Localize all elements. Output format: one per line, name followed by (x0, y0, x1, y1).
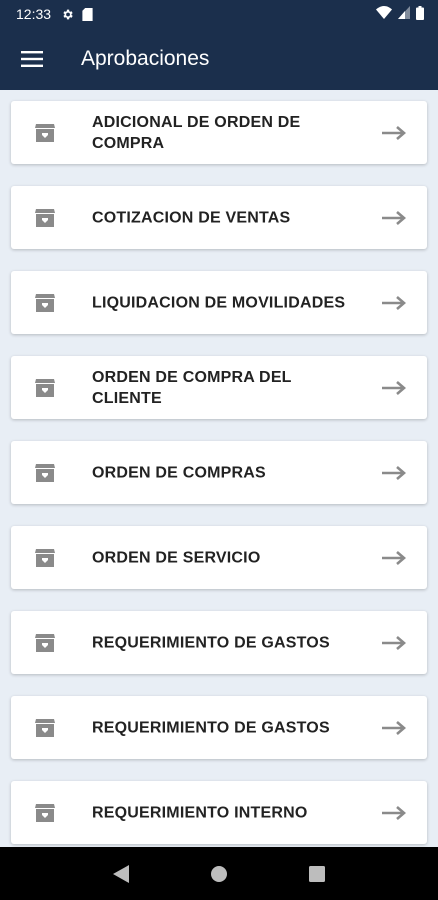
approval-item[interactable]: REQUERIMIENTO DE GASTOS (11, 696, 427, 759)
battery-icon (416, 5, 424, 23)
status-bar: 12:33 (0, 0, 438, 28)
approval-item[interactable]: ORDEN DE COMPRAS (11, 441, 427, 504)
archive-box-icon (33, 546, 57, 570)
approval-item[interactable]: REQUERIMIENTO INTERNO (11, 781, 427, 844)
archive-box-icon (33, 631, 57, 655)
wifi-icon (376, 6, 392, 22)
sd-card-icon (82, 7, 93, 21)
archive-box-icon (33, 206, 57, 230)
status-time: 12:33 (16, 6, 52, 22)
arrow-right-icon (381, 295, 407, 311)
approval-item-label: ORDEN DE COMPRA DEL CLIENTE (92, 368, 292, 407)
approval-item[interactable]: REQUERIMIENTO DE GASTOS (11, 611, 427, 674)
hamburger-menu-icon[interactable] (0, 28, 64, 90)
approval-item[interactable]: ORDEN DE SERVICIO (11, 526, 427, 589)
approval-item-label: ADICIONAL DE ORDEN DE COMPRA (92, 113, 301, 152)
arrow-right-icon (381, 465, 407, 481)
archive-box-icon (33, 121, 57, 145)
archive-box-icon (33, 461, 57, 485)
arrow-right-icon (381, 550, 407, 566)
arrow-right-icon (381, 720, 407, 736)
archive-box-icon (33, 291, 57, 315)
system-nav-bar (0, 847, 438, 900)
approval-item-label: COTIZACION DE VENTAS (92, 209, 291, 226)
approval-item-label: REQUERIMIENTO INTERNO (92, 804, 308, 821)
gear-icon (61, 8, 74, 21)
approvals-list: ADICIONAL DE ORDEN DE COMPRA COTIZACION … (0, 90, 438, 847)
arrow-right-icon (381, 210, 407, 226)
approval-item-label: ORDEN DE SERVICIO (92, 549, 261, 566)
signal-icon (398, 6, 410, 22)
approval-item[interactable]: ADICIONAL DE ORDEN DE COMPRA (11, 101, 427, 164)
archive-box-icon (33, 801, 57, 825)
recents-icon[interactable] (297, 854, 337, 894)
page-title: Aprobaciones (81, 47, 210, 70)
arrow-right-icon (381, 125, 407, 141)
approval-item[interactable]: LIQUIDACION DE MOVILIDADES (11, 271, 427, 334)
approval-item-label: REQUERIMIENTO DE GASTOS (92, 719, 330, 736)
arrow-right-icon (381, 805, 407, 821)
approval-item-label: ORDEN DE COMPRAS (92, 464, 266, 481)
approval-item[interactable]: ORDEN DE COMPRA DEL CLIENTE (11, 356, 427, 419)
approval-item-label: LIQUIDACION DE MOVILIDADES (92, 294, 346, 311)
arrow-right-icon (381, 635, 407, 651)
approval-item-label: REQUERIMIENTO DE GASTOS (92, 634, 330, 651)
archive-box-icon (33, 376, 57, 400)
app-bar: Aprobaciones (0, 28, 438, 90)
home-icon[interactable] (199, 854, 239, 894)
archive-box-icon (33, 716, 57, 740)
back-icon[interactable] (101, 854, 141, 894)
arrow-right-icon (381, 380, 407, 396)
approval-item[interactable]: COTIZACION DE VENTAS (11, 186, 427, 249)
